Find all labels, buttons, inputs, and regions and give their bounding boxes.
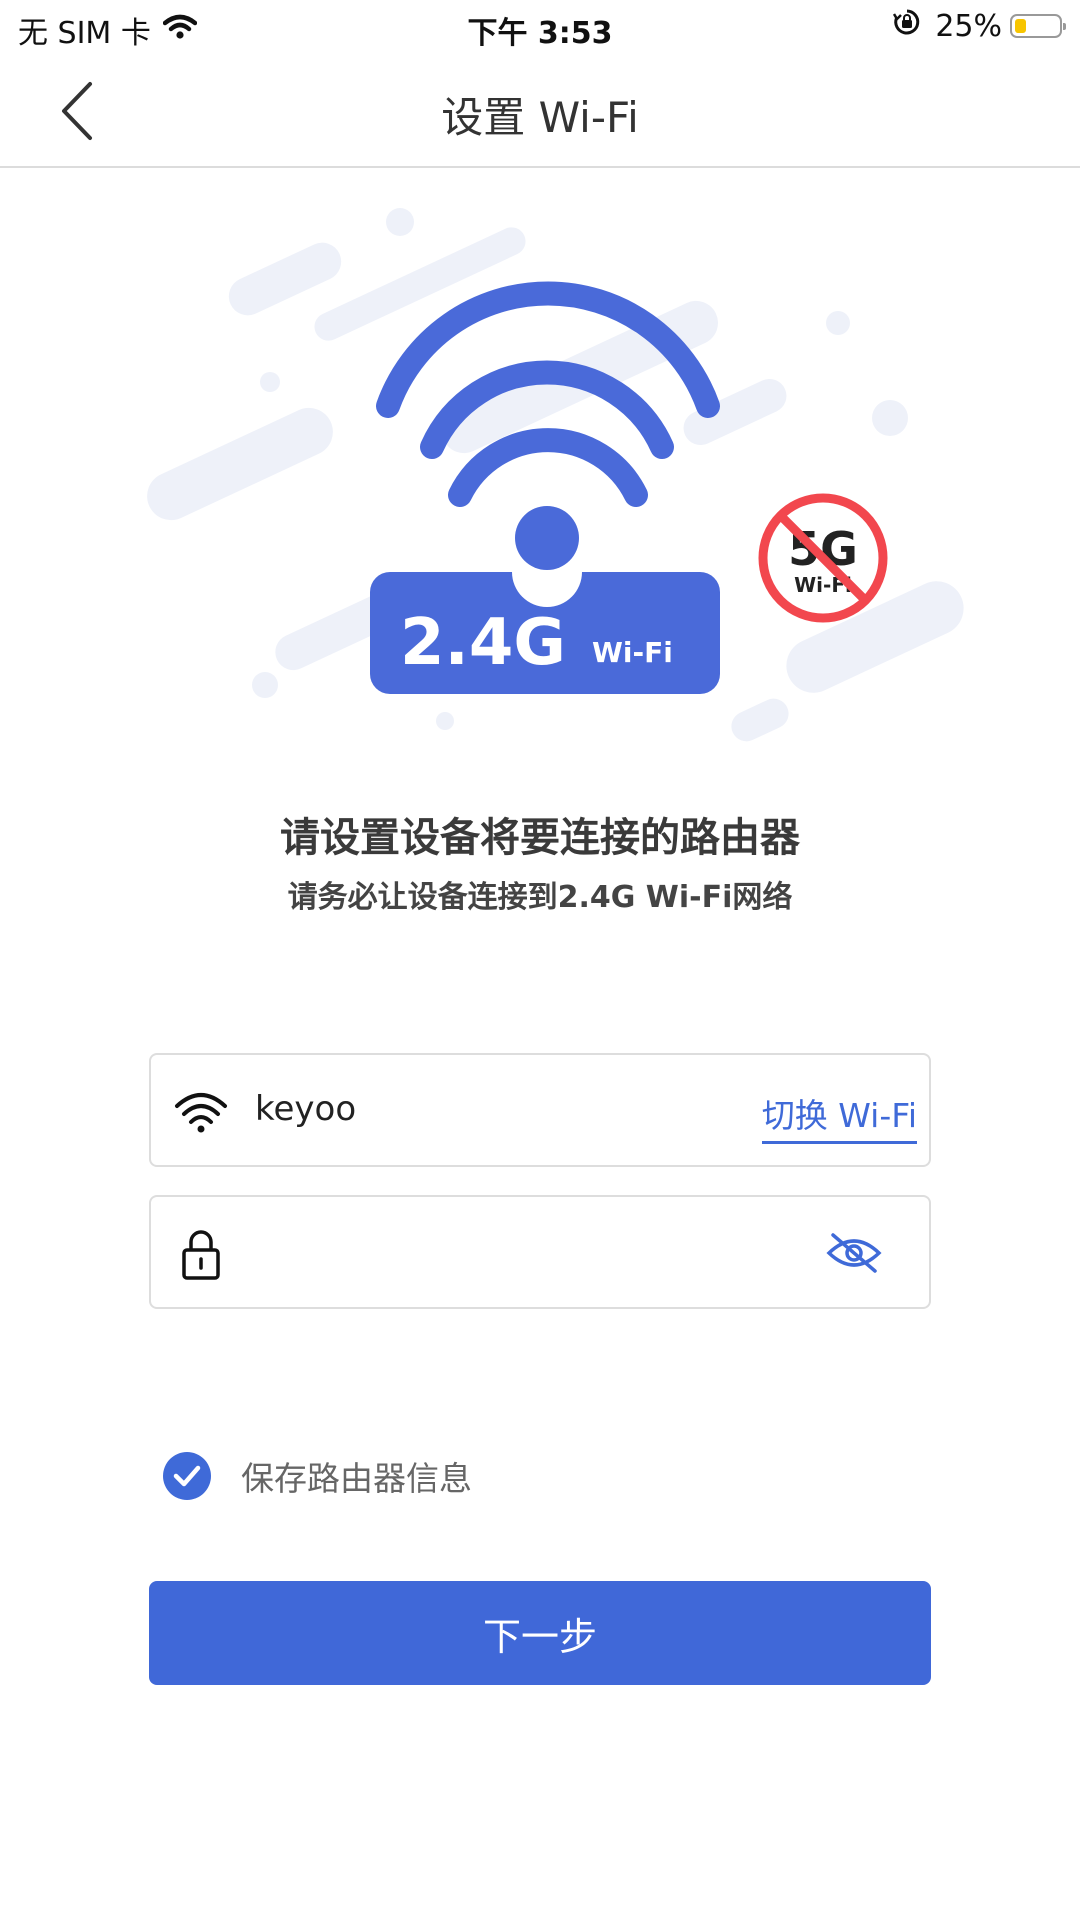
ssid-field: keyoo 切换 Wi-Fi: [149, 1053, 931, 1167]
switch-wifi-link[interactable]: 切换 Wi-Fi: [761, 1089, 917, 1144]
ssid-value: keyoo: [255, 1089, 357, 1129]
badge-main-label: 2.4G: [400, 606, 566, 680]
instruction-headline: 请设置设备将要连接的路由器: [280, 815, 800, 861]
wifi-24g-badge: 2.4G Wi-Fi: [370, 572, 720, 694]
status-bar: 无 SIM 卡 下午 3:53 25%: [0, 0, 1080, 56]
save-router-label: 保存路由器信息: [241, 1459, 472, 1498]
eye-off-icon[interactable]: [825, 1231, 883, 1275]
battery-percent: 25%: [935, 8, 1002, 44]
rotation-lock-icon: [893, 8, 921, 44]
next-step-button[interactable]: 下一步: [149, 1581, 931, 1685]
wifi-icon: [175, 1093, 227, 1133]
lock-icon: [182, 1230, 220, 1280]
wifi-illustration: 2.4G Wi-Fi 5G Wi-Fi: [0, 180, 1080, 770]
save-router-checkbox[interactable]: 保存路由器信息: [163, 1452, 472, 1500]
wifi-dot: [515, 506, 579, 570]
battery-level: [1015, 19, 1026, 33]
instruction-subline: 请务必让设备连接到2.4G Wi-Fi网络: [287, 880, 793, 915]
badge-sub-label: Wi-Fi: [592, 636, 673, 669]
no-5g-icon: 5G Wi-Fi: [758, 493, 888, 623]
navigation-bar: 设置 Wi-Fi: [0, 56, 1080, 168]
checkmark-circle-icon: [163, 1452, 211, 1500]
password-input[interactable]: [255, 1217, 759, 1289]
battery-icon: [1010, 14, 1066, 38]
password-field: [149, 1195, 931, 1309]
status-right: 25%: [893, 8, 1066, 44]
page-title: 设置 Wi-Fi: [441, 93, 639, 142]
